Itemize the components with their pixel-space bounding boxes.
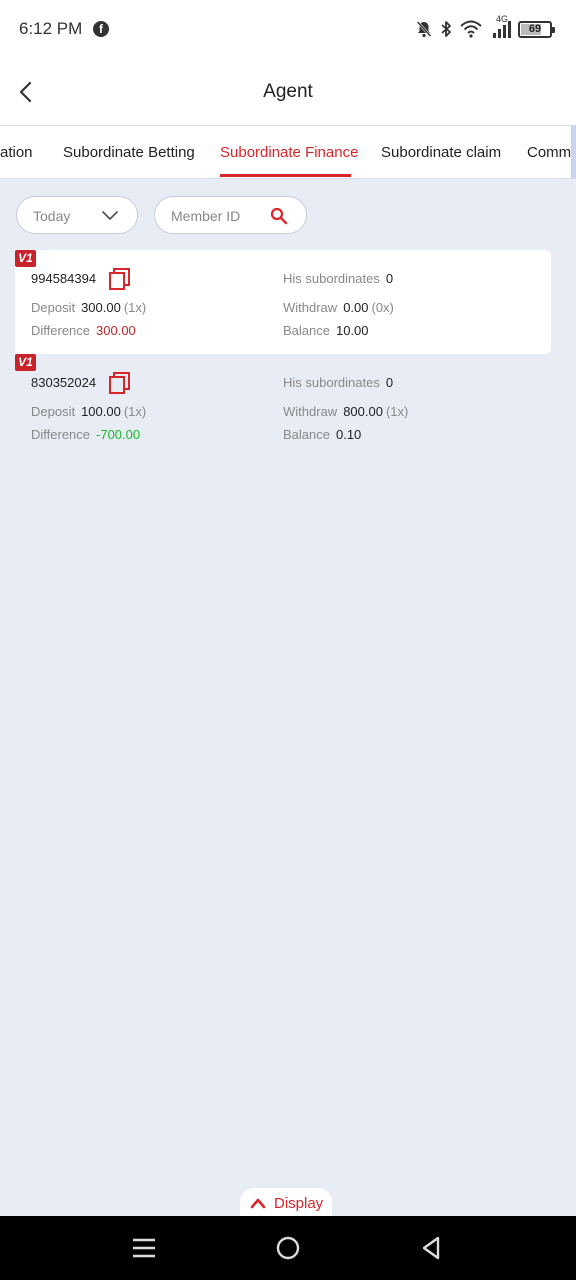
home-circle-icon <box>276 1236 300 1260</box>
withdraw-label: Withdraw <box>283 300 338 315</box>
vip-badge: V1 <box>15 354 36 371</box>
page-title: Agent <box>263 81 313 102</box>
display-label: Display <box>274 1195 324 1212</box>
chevron-down-icon <box>102 211 118 220</box>
withdraw-field: Withdraw 800.00 (1x) <box>283 404 408 419</box>
balance-label: Balance <box>283 427 330 442</box>
deposit-field: Deposit 100.00 (1x) <box>31 404 146 419</box>
tab-subordinate-betting[interactable]: Subordinate Betting <box>63 144 195 161</box>
facebook-icon: f <box>93 21 109 37</box>
member-id-input[interactable] <box>171 205 267 227</box>
copy-icon[interactable] <box>108 371 132 395</box>
withdraw-multiplier: (1x) <box>385 404 409 419</box>
chevron-up-icon <box>250 1198 266 1209</box>
balance-label: Balance <box>283 323 330 338</box>
difference-label: Difference <box>31 323 91 338</box>
bluetooth-icon <box>441 21 451 37</box>
system-nav-bar <box>0 1216 576 1280</box>
member-search-box <box>154 196 307 234</box>
balance-field: Balance 0.10 <box>283 427 361 442</box>
status-icons: 4G 69 <box>416 14 555 41</box>
deposit-multiplier: (1x) <box>123 300 147 315</box>
wifi-icon <box>460 20 482 38</box>
home-button[interactable] <box>274 1234 302 1262</box>
deposit-value: 300.00 <box>81 300 121 315</box>
deposit-label: Deposit <box>31 300 76 315</box>
difference-value: 300.00 <box>96 323 136 338</box>
signal-icon: 4G <box>489 14 511 39</box>
system-back-button[interactable] <box>418 1234 446 1262</box>
withdraw-value: 800.00 <box>343 404 383 419</box>
difference-value: -700.00 <box>96 427 141 442</box>
withdraw-value: 0.00 <box>343 300 369 315</box>
subordinates-value: 0 <box>385 375 394 390</box>
status-time: 6:12 PM <box>19 19 83 38</box>
subordinates-label: His subordinates <box>283 271 380 286</box>
tab-invitation[interactable]: ation <box>0 144 33 161</box>
date-filter-value: Today <box>33 208 71 224</box>
status-bar: 6:12 PM f 4G 69 <box>0 0 576 58</box>
subordinates-field: His subordinates 0 <box>283 271 393 286</box>
battery-level: 69 <box>528 22 542 35</box>
difference-label: Difference <box>31 427 91 442</box>
date-filter-select[interactable]: Today <box>16 196 138 234</box>
tab-subordinate-claim[interactable]: Subordinate claim <box>381 144 501 161</box>
member-id: 994584394 <box>31 271 97 286</box>
tab-bar: ation Subordinate Betting Subordinate Fi… <box>0 126 576 179</box>
vip-badge: V1 <box>15 250 36 267</box>
search-icon[interactable] <box>270 207 288 225</box>
recent-apps-button[interactable] <box>130 1234 158 1262</box>
tab-subordinate-finance[interactable]: Subordinate Finance <box>220 144 358 161</box>
menu-icon <box>133 1238 155 1258</box>
deposit-field: Deposit 300.00 (1x) <box>31 300 146 315</box>
subordinates-value: 0 <box>385 271 394 286</box>
difference-field: Difference 300.00 <box>31 323 136 338</box>
copy-icon[interactable] <box>108 267 132 291</box>
tab-scroll-indicator <box>571 126 576 178</box>
subordinates-label: His subordinates <box>283 375 380 390</box>
app-header: Agent <box>0 58 576 126</box>
withdraw-multiplier: (0x) <box>371 300 394 315</box>
bell-off-icon <box>416 21 432 38</box>
deposit-value: 100.00 <box>81 404 121 419</box>
subordinates-field: His subordinates 0 <box>283 375 393 390</box>
withdraw-field: Withdraw 0.00 (0x) <box>283 300 394 315</box>
difference-field: Difference -700.00 <box>31 427 140 442</box>
balance-value: 10.00 <box>335 323 369 338</box>
active-tab-indicator <box>220 174 351 177</box>
display-toggle-button[interactable]: Display <box>240 1188 332 1218</box>
withdraw-label: Withdraw <box>283 404 338 419</box>
tab-commission[interactable]: Commi <box>527 144 575 161</box>
balance-field: Balance 10.00 <box>283 323 369 338</box>
triangle-back-icon <box>422 1236 440 1260</box>
member-id: 830352024 <box>31 375 97 390</box>
deposit-label: Deposit <box>31 404 76 419</box>
deposit-multiplier: (1x) <box>123 404 147 419</box>
balance-value: 0.10 <box>335 427 362 442</box>
battery-icon: 69 <box>518 20 555 38</box>
